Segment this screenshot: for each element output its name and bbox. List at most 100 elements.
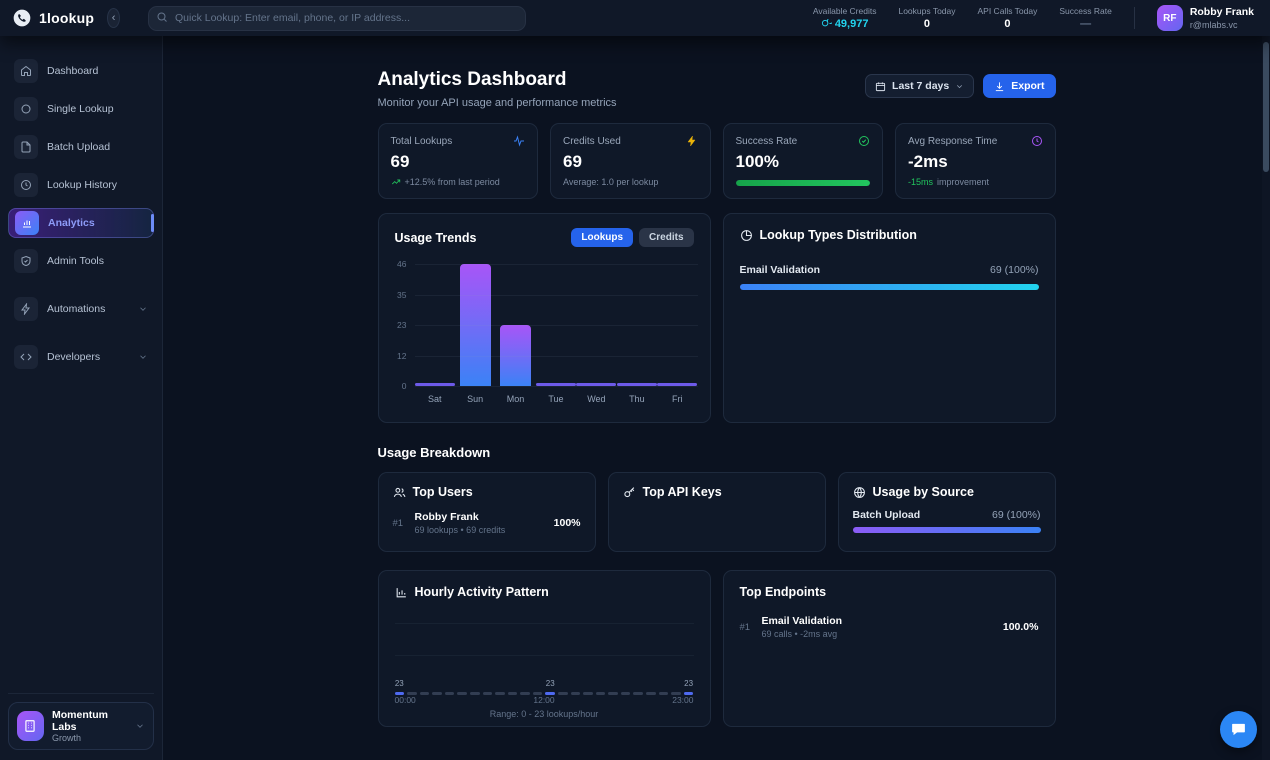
toggle-lookups[interactable]: Lookups xyxy=(571,228,633,247)
sidebar-collapse-button[interactable]: ‹ xyxy=(107,8,120,28)
zap-icon xyxy=(14,297,38,321)
usage-breakdown-heading: Usage Breakdown xyxy=(378,445,1056,460)
hour-segment-7 xyxy=(483,679,493,695)
hour-segment-18 xyxy=(621,679,631,695)
chevron-down-icon xyxy=(135,721,145,731)
top-users-card: Top Users #1 Robby Frank 69 lookups • 69… xyxy=(378,472,596,552)
hour-value-label: 23 xyxy=(546,679,555,689)
topbar-stats: Available Credits 49,977 Lookups Today 0… xyxy=(813,5,1270,31)
main-content: Analytics Dashboard Monitor your API usa… xyxy=(163,36,1270,760)
shield-check-icon xyxy=(14,249,38,273)
stat-cards-row: Total Lookups 69 +12.5% from last period xyxy=(378,123,1056,199)
hour-segment-5 xyxy=(457,679,467,695)
usage-trends-x-axis: SatSunMonTueWedThuFri xyxy=(415,394,698,404)
topbar: 1lookup ‹ Available Credits 49,977 Looku… xyxy=(0,0,1270,36)
hour-segment-17 xyxy=(608,679,618,695)
activity-icon xyxy=(513,135,525,147)
top-user-row: #1 Robby Frank 69 lookups • 69 credits 1… xyxy=(393,511,581,535)
sidebar-item-batch-upload[interactable]: Batch Upload xyxy=(8,132,154,162)
hour-segment-3 xyxy=(432,679,442,695)
divider xyxy=(1134,7,1135,29)
x-axis-label: Fri xyxy=(657,394,697,404)
date-range-button[interactable]: Last 7 days xyxy=(865,74,974,98)
hour-segment-22 xyxy=(671,679,681,695)
user-menu[interactable]: RF Robby Frank r@mlabs.vc xyxy=(1157,5,1260,31)
check-circle-icon xyxy=(858,135,870,147)
sidebar-footer: Momentum Labs Growth xyxy=(8,693,154,750)
lookup-types-card: Lookup Types Distribution Email Validati… xyxy=(723,213,1056,423)
source-value: 69 (100%) xyxy=(992,509,1040,521)
org-name: Momentum Labs xyxy=(52,709,127,733)
hourly-activity-card: Hourly Activity Pattern 232323 00:00 12:… xyxy=(378,570,711,727)
stat-available-credits: Available Credits 49,977 xyxy=(813,6,877,30)
success-rate-bar xyxy=(736,180,871,186)
chevron-down-icon xyxy=(138,304,148,314)
y-axis-tick: 23 xyxy=(383,320,407,330)
nav-section-gap xyxy=(8,332,154,342)
export-button[interactable]: Export xyxy=(983,74,1055,98)
stat-card-avg-response: Avg Response Time -2ms -15ms improvement xyxy=(895,123,1056,199)
stat-card-credits-used: Credits Used 69 Average: 1.0 per lookup xyxy=(550,123,711,199)
clock-icon xyxy=(14,173,38,197)
gridline xyxy=(415,356,698,357)
app-name: 1lookup xyxy=(39,10,94,26)
top-api-keys-card: Top API Keys xyxy=(608,472,826,552)
scrollbar-track[interactable] xyxy=(1262,36,1270,760)
sidebar-item-dashboard[interactable]: Dashboard xyxy=(8,56,154,86)
sidebar-item-automations[interactable]: Automations xyxy=(8,294,154,324)
y-axis-tick: 12 xyxy=(383,351,407,361)
sidebar-item-developers[interactable]: Developers xyxy=(8,342,154,372)
x-axis-label: Mon xyxy=(495,394,535,404)
lookup-type-label: Email Validation xyxy=(740,264,821,276)
logo-phone-icon xyxy=(12,8,32,28)
calendar-icon xyxy=(875,81,886,92)
page-title: Analytics Dashboard xyxy=(378,69,617,91)
user-email: r@mlabs.vc xyxy=(1190,20,1254,30)
sidebar-item-admin-tools[interactable]: Admin Tools xyxy=(8,246,154,276)
hour-value-label: 23 xyxy=(395,679,404,689)
x-axis-label: Wed xyxy=(576,394,616,404)
usage-trends-card: Usage Trends Lookups Credits 463523120 S… xyxy=(378,213,711,423)
code-icon xyxy=(14,345,38,369)
hour-segment-20 xyxy=(646,679,656,695)
page-subtitle: Monitor your API usage and performance m… xyxy=(378,97,617,109)
gridline xyxy=(415,264,698,265)
sidebar-item-single-lookup[interactable]: Single Lookup xyxy=(8,94,154,124)
usage-by-source-card: Usage by Source Batch Upload 69 (100%) xyxy=(838,472,1056,552)
x-axis-label: Tue xyxy=(536,394,576,404)
hour-value-label: 23 xyxy=(684,679,693,689)
download-icon xyxy=(994,81,1005,92)
chat-bubble-icon xyxy=(1230,721,1247,738)
x-axis-label: Sun xyxy=(455,394,495,404)
search-input[interactable] xyxy=(148,6,526,31)
hour-segment-13 xyxy=(558,679,568,695)
org-switcher[interactable]: Momentum Labs Growth xyxy=(8,702,154,750)
chevron-down-icon xyxy=(138,352,148,362)
hour-segment-9 xyxy=(508,679,518,695)
top-endpoints-card: Top Endpoints #1 Email Validation 69 cal… xyxy=(723,570,1056,727)
hour-segment-0: 23 xyxy=(395,679,405,695)
globe-icon xyxy=(853,486,866,499)
gridline xyxy=(395,655,694,656)
org-plan: Growth xyxy=(52,733,127,743)
building-icon xyxy=(17,711,44,741)
chat-widget-button[interactable] xyxy=(1220,711,1257,748)
top-endpoint-row: #1 Email Validation 69 calls • -2ms avg … xyxy=(740,615,1039,639)
scrollbar-thumb[interactable] xyxy=(1263,42,1269,172)
chevron-down-icon xyxy=(955,82,964,91)
sidebar-item-analytics[interactable]: Analytics xyxy=(8,208,154,238)
pie-chart-icon xyxy=(740,229,753,242)
stat-card-success-rate: Success Rate 100% xyxy=(723,123,884,199)
file-icon xyxy=(14,135,38,159)
hour-segment-1 xyxy=(407,679,417,695)
toggle-credits[interactable]: Credits xyxy=(639,228,693,247)
lookup-type-value: 69 (100%) xyxy=(990,264,1038,276)
hourly-range-note: Range: 0 - 23 lookups/hour xyxy=(379,709,710,719)
hour-segment-11 xyxy=(533,679,543,695)
home-icon xyxy=(14,59,38,83)
hour-segment-21 xyxy=(659,679,669,695)
stat-card-total-lookups: Total Lookups 69 +12.5% from last period xyxy=(378,123,539,199)
hour-segment-14 xyxy=(571,679,581,695)
sidebar-item-lookup-history[interactable]: Lookup History xyxy=(8,170,154,200)
quick-lookup-search xyxy=(148,6,526,31)
